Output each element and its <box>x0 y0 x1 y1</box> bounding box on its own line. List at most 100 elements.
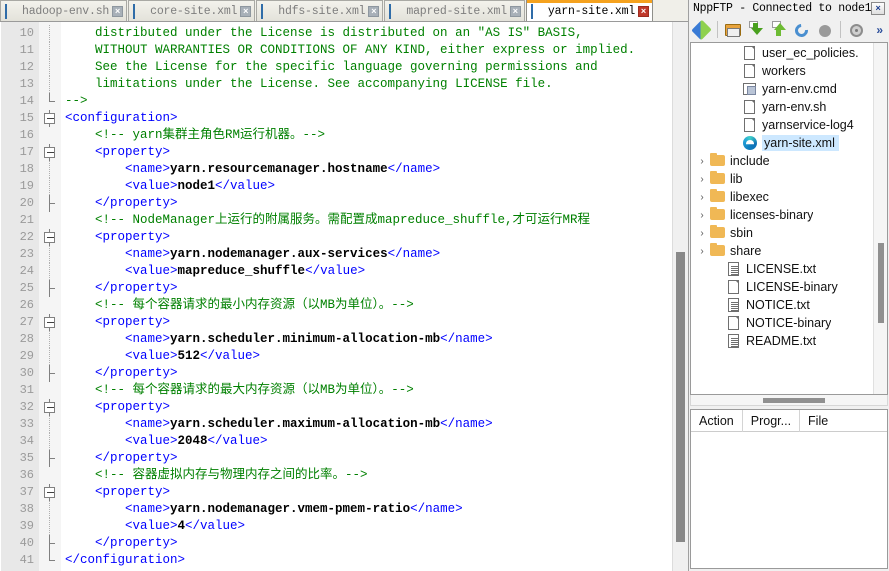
code-line[interactable]: <name>yarn.scheduler.maximum-allocation-… <box>61 416 688 433</box>
editor-tab-hadoop-env-sh[interactable]: hadoop-env.sh × <box>0 0 128 21</box>
tree-item[interactable]: › include <box>691 152 873 170</box>
fold-marker[interactable] <box>39 314 61 331</box>
code-line[interactable]: <!-- 容器虚拟内存与物理内存之间的比率。--> <box>61 467 688 484</box>
code-line[interactable]: <value>4</value> <box>61 518 688 535</box>
tree-hscrollbar-thumb[interactable] <box>763 398 825 403</box>
settings-icon[interactable] <box>846 20 866 40</box>
close-icon[interactable]: × <box>871 2 885 15</box>
queue-column-header[interactable]: Progr... <box>743 409 801 432</box>
tree-item[interactable]: › share <box>691 242 873 260</box>
code-line[interactable]: <property> <box>61 484 688 501</box>
folder-icon <box>709 171 727 187</box>
editor-tab-yarn-site-xml[interactable]: yarn-site.xml × <box>525 0 654 21</box>
tab-close-icon[interactable]: × <box>240 5 252 17</box>
open-folder-icon[interactable] <box>723 20 743 40</box>
fold-margin[interactable] <box>39 22 61 571</box>
editor-tab-core-site-xml[interactable]: core-site.xml × <box>128 0 256 21</box>
line-number: 20 <box>19 196 34 210</box>
tab-close-icon[interactable]: × <box>509 5 521 17</box>
tree-item-selected[interactable]: yarn-site.xml <box>691 134 873 152</box>
tree-item[interactable]: › lib <box>691 170 873 188</box>
code-line[interactable]: <configuration> <box>61 110 688 127</box>
fold-marker[interactable] <box>39 144 61 161</box>
code-line[interactable]: <property> <box>61 144 688 161</box>
fold-marker <box>39 178 61 195</box>
code-line[interactable]: <!-- 每个容器请求的最大内存资源（以MB为单位）。--> <box>61 382 688 399</box>
tree-item[interactable]: README.txt <box>691 332 873 350</box>
tree-item[interactable]: NOTICE.txt <box>691 296 873 314</box>
line-number: 36 <box>19 468 34 482</box>
chevron-right-icon[interactable]: › <box>695 174 709 185</box>
code-line[interactable]: <property> <box>61 229 688 246</box>
editor-vertical-scrollbar[interactable] <box>672 22 688 571</box>
code-line[interactable]: </property> <box>61 280 688 297</box>
code-line[interactable]: </configuration> <box>61 552 688 569</box>
tree-item[interactable]: yarnservice-log4 <box>691 116 873 134</box>
tree-scrollbar-thumb[interactable] <box>878 243 884 323</box>
fold-marker[interactable] <box>39 229 61 246</box>
chevron-right-icon[interactable]: › <box>695 192 709 203</box>
code-line[interactable]: <!-- yarn集群主角色RM运行机器。--> <box>61 127 688 144</box>
code-line[interactable]: --> <box>61 93 688 110</box>
code-line[interactable]: <!-- 每个容器请求的最小内存资源（以MB为单位）。--> <box>61 297 688 314</box>
fold-marker[interactable] <box>39 399 61 416</box>
code-line[interactable]: WITHOUT WARRANTIES OR CONDITIONS OF ANY … <box>61 42 688 59</box>
code-line[interactable]: </property> <box>61 195 688 212</box>
code-line[interactable]: See the License for the specific languag… <box>61 59 688 76</box>
fold-marker[interactable] <box>39 110 61 127</box>
editor-tab-mapred-site-xml[interactable]: mapred-site.xml × <box>384 0 525 21</box>
code-line[interactable]: <value>mapreduce_shuffle</value> <box>61 263 688 280</box>
code-area[interactable]: distributed under the License is distrib… <box>61 22 688 571</box>
tree-item[interactable]: yarn-env.cmd <box>691 80 873 98</box>
editor-body[interactable]: 10 11 12 13 14 15 16 17 18 19 20 21 22 23 24 25 26 27 28 29… <box>0 22 688 571</box>
tree-item[interactable]: NOTICE-binary <box>691 314 873 332</box>
tab-close-icon[interactable]: × <box>112 5 124 17</box>
fold-marker <box>39 382 61 399</box>
code-line[interactable]: </property> <box>61 535 688 552</box>
tab-close-icon[interactable]: × <box>638 6 650 17</box>
code-line[interactable]: <value>2048</value> <box>61 433 688 450</box>
tree-item[interactable]: user_ec_policies. <box>691 44 873 62</box>
tree-vertical-scrollbar[interactable] <box>873 43 887 394</box>
editor-tab-hdfs-site-xml[interactable]: hdfs-site.xml × <box>256 0 384 21</box>
connect-icon[interactable] <box>691 19 712 40</box>
code-line[interactable]: <!-- NodeManager上运行的附属服务。需配置成mapreduce_s… <box>61 212 688 229</box>
tree-item[interactable]: › libexec <box>691 188 873 206</box>
abort-icon[interactable] <box>815 20 835 40</box>
tree-horizontal-scrollbar[interactable] <box>690 395 888 406</box>
code-line[interactable]: <value>node1</value> <box>61 178 688 195</box>
tree-item[interactable]: workers <box>691 62 873 80</box>
queue-column-header[interactable]: File <box>800 410 836 432</box>
fold-marker[interactable] <box>39 484 61 501</box>
code-line[interactable]: <property> <box>61 399 688 416</box>
chevron-right-icon[interactable]: › <box>695 210 709 221</box>
queue-column-header[interactable]: Action <box>691 409 743 432</box>
code-line[interactable]: <name>yarn.scheduler.minimum-allocation-… <box>61 331 688 348</box>
tree-item[interactable]: yarn-env.sh <box>691 98 873 116</box>
code-line[interactable]: <name>yarn.resourcemanager.hostname</nam… <box>61 161 688 178</box>
chevron-right-icon[interactable]: › <box>695 156 709 167</box>
code-line[interactable]: <name>yarn.nodemanager.aux-services</nam… <box>61 246 688 263</box>
line-number: 12 <box>19 60 34 74</box>
refresh-icon[interactable] <box>792 20 812 40</box>
code-line[interactable]: limitations under the License. See accom… <box>61 76 688 93</box>
toolbar-overflow-icon[interactable]: » <box>876 23 886 37</box>
upload-icon[interactable] <box>769 20 789 40</box>
remote-file-tree[interactable]: user_ec_policies. workers yarn-env.cmd yarn… <box>690 42 888 395</box>
chevron-right-icon[interactable]: › <box>695 246 709 257</box>
remote-file-tree-list[interactable]: user_ec_policies. workers yarn-env.cmd yarn… <box>691 43 873 394</box>
chevron-right-icon[interactable]: › <box>695 228 709 239</box>
tree-item[interactable]: LICENSE.txt <box>691 260 873 278</box>
code-line[interactable]: </property> <box>61 365 688 382</box>
tab-close-icon[interactable]: × <box>368 5 380 17</box>
tree-item[interactable]: › sbin <box>691 224 873 242</box>
tree-item[interactable]: LICENSE-binary <box>691 278 873 296</box>
code-line[interactable]: <name>yarn.nodemanager.vmem-pmem-ratio</… <box>61 501 688 518</box>
code-line[interactable]: <property> <box>61 314 688 331</box>
code-line[interactable]: <value>512</value> <box>61 348 688 365</box>
tree-item[interactable]: › licenses-binary <box>691 206 873 224</box>
download-icon[interactable] <box>746 20 766 40</box>
editor-scrollbar-thumb[interactable] <box>676 252 685 542</box>
code-line[interactable]: distributed under the License is distrib… <box>61 25 688 42</box>
code-line[interactable]: </property> <box>61 450 688 467</box>
